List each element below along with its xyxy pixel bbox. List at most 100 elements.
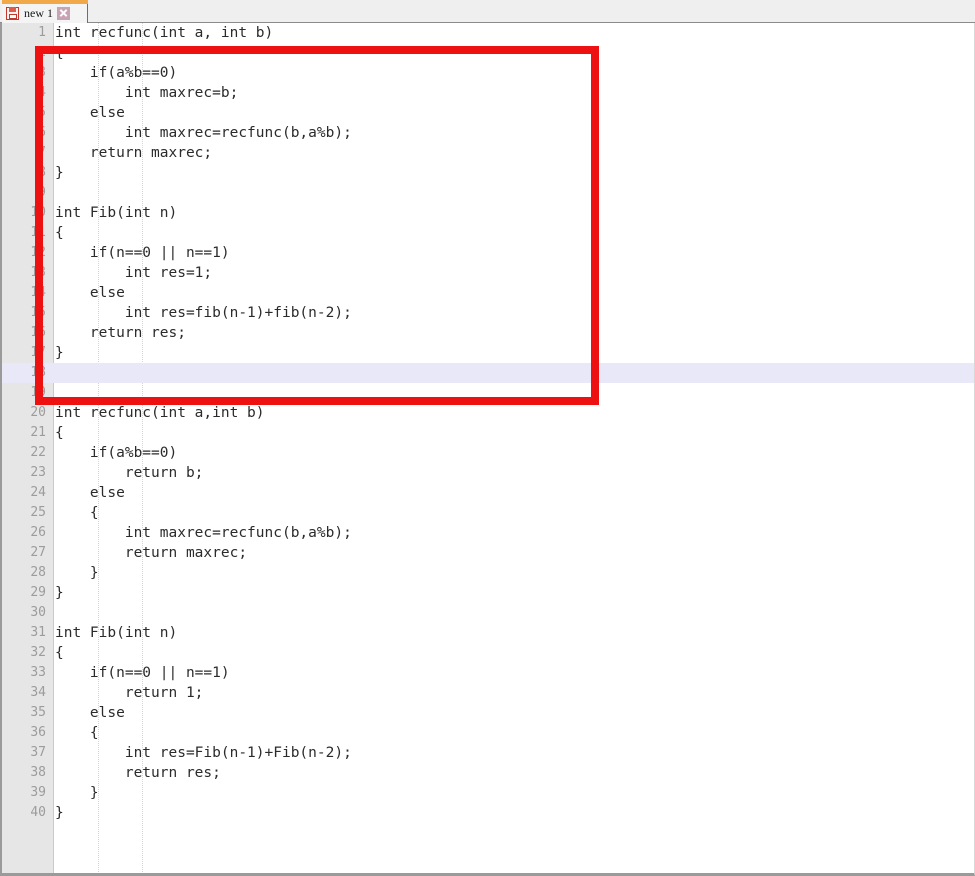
code-line-row[interactable]: 20 int recfunc(int a,int b)	[2, 403, 974, 423]
code-line-row[interactable]: 12 if(n==0 || n==1)	[2, 243, 974, 263]
code-line-row[interactable]: 8}	[2, 163, 974, 183]
code-line-row[interactable]: 29}	[2, 583, 974, 603]
code-line-text: {	[55, 45, 64, 61]
code-line-row[interactable]: 33 if(n==0 || n==1)	[2, 663, 974, 683]
line-number: 15	[30, 305, 46, 320]
line-number: 12	[30, 245, 46, 260]
code-line-row[interactable]: 2{	[2, 43, 974, 63]
code-line-row[interactable]: 21 {	[2, 423, 974, 443]
line-number: 6	[38, 125, 46, 140]
line-number: 11	[30, 225, 46, 240]
code-line-row[interactable]: 17}	[2, 343, 974, 363]
code-line-row[interactable]: 9	[2, 183, 974, 203]
line-number: 9	[38, 185, 46, 200]
code-line-text: }	[55, 565, 99, 581]
code-line-row[interactable]: 23 return b;	[2, 463, 974, 483]
code-line-text: }	[55, 785, 99, 801]
code-line-row[interactable]: 35 else	[2, 703, 974, 723]
code-line-text: {	[55, 645, 64, 661]
code-line-row[interactable]: 1 int recfunc(int a, int b)	[2, 23, 974, 43]
code-line-row[interactable]: 37 int res=Fib(n-1)+Fib(n-2);	[2, 743, 974, 763]
line-number: 16	[30, 325, 46, 340]
code-line-text: if(a%b==0)	[55, 65, 178, 81]
code-line-text: else	[55, 285, 125, 301]
code-line-text: else	[55, 705, 125, 721]
code-line-row[interactable]: 31 int Fib(int n)	[2, 623, 974, 643]
line-number: 14	[30, 285, 46, 300]
code-line-row[interactable]: 18	[2, 363, 974, 383]
line-number: 29	[30, 585, 46, 600]
code-line-row[interactable]: 6 int maxrec=recfunc(b,a%b);	[2, 123, 974, 143]
code-line-row[interactable]: 13 int res=1;	[2, 263, 974, 283]
line-number: 34	[30, 685, 46, 700]
save-floppy-icon	[6, 6, 19, 20]
code-line-row[interactable]: 39 }	[2, 783, 974, 803]
code-line-row[interactable]: 34 return 1;	[2, 683, 974, 703]
code-line-row[interactable]: 14 else	[2, 283, 974, 303]
code-line-text: int maxrec=b;	[55, 85, 239, 101]
code-line-text: }	[55, 345, 64, 361]
code-line-text: int maxrec=recfunc(b,a%b);	[55, 125, 352, 141]
code-line-row[interactable]: 28 }	[2, 563, 974, 583]
code-line-text: }	[55, 165, 64, 181]
line-number: 4	[38, 85, 46, 100]
code-line-text: int Fib(int n)	[55, 625, 178, 641]
line-number: 21	[30, 425, 46, 440]
code-line-text: return 1;	[55, 685, 204, 701]
code-line-row[interactable]: 3 if(a%b==0)	[2, 63, 974, 83]
code-line-row[interactable]: 22 if(a%b==0)	[2, 443, 974, 463]
line-number: 27	[30, 545, 46, 560]
code-editor[interactable]: 1 int recfunc(int a, int b) 2{3 if(a%b==0)…	[0, 23, 975, 876]
code-line-text: int res=Fib(n-1)+Fib(n-2);	[55, 745, 352, 761]
code-line-row[interactable]: 26 int maxrec=recfunc(b,a%b);	[2, 523, 974, 543]
code-line-row[interactable]: 10 int Fib(int n)	[2, 203, 974, 223]
code-line-text: return maxrec;	[55, 145, 213, 161]
code-line-row[interactable]: 16 return res;	[2, 323, 974, 343]
code-line-text: {	[55, 725, 99, 741]
code-line-row[interactable]: 32 {	[2, 643, 974, 663]
code-line-row[interactable]: 4 int maxrec=b;	[2, 83, 974, 103]
line-number: 23	[30, 465, 46, 480]
close-x-icon[interactable]	[57, 6, 70, 20]
line-number: 3	[38, 65, 46, 80]
code-line-row[interactable]: 7 return maxrec;	[2, 143, 974, 163]
code-line-text: if(n==0 || n==1)	[55, 245, 230, 261]
line-number: 20	[30, 405, 46, 420]
code-line-row[interactable]: 40}	[2, 803, 974, 823]
code-line-text: {	[55, 225, 64, 241]
code-line-text: }	[55, 585, 64, 601]
code-line-row[interactable]: 25 {	[2, 503, 974, 523]
tab-label: new 1	[24, 5, 53, 20]
line-number: 31	[30, 625, 46, 640]
code-line-text: int res=1;	[55, 265, 213, 281]
code-line-text: {	[55, 425, 64, 441]
code-line-row[interactable]: 27 return maxrec;	[2, 543, 974, 563]
tab-active-indicator	[2, 0, 88, 4]
line-number: 18	[30, 365, 46, 380]
line-number: 19	[30, 385, 46, 400]
line-number: 24	[30, 485, 46, 500]
code-line-row[interactable]: 15 int res=fib(n-1)+fib(n-2);	[2, 303, 974, 323]
line-number: 40	[30, 805, 46, 820]
line-number: 7	[38, 145, 46, 160]
code-line-row[interactable]: 36 {	[2, 723, 974, 743]
line-number: 36	[30, 725, 46, 740]
code-line-row[interactable]: 30	[2, 603, 974, 623]
tab-new-1[interactable]: new 1	[2, 0, 88, 23]
code-line-text: int recfunc(int a, int b)	[55, 25, 274, 41]
code-line-text: int recfunc(int a,int b)	[55, 405, 265, 421]
line-number: 1	[38, 25, 46, 40]
code-line-text: int maxrec=recfunc(b,a%b);	[55, 525, 352, 541]
code-line-row[interactable]: 5 else	[2, 103, 974, 123]
code-line-row[interactable]: 38 return res;	[2, 763, 974, 783]
line-number: 8	[38, 165, 46, 180]
code-line-row[interactable]: 11 {	[2, 223, 974, 243]
line-number: 37	[30, 745, 46, 760]
code-line-row[interactable]: 24 else	[2, 483, 974, 503]
code-line-row[interactable]: 19	[2, 383, 974, 403]
line-number: 26	[30, 525, 46, 540]
code-line-text: return res;	[55, 325, 186, 341]
line-number: 13	[30, 265, 46, 280]
code-line-text: else	[55, 485, 125, 501]
code-line-text: int res=fib(n-1)+fib(n-2);	[55, 305, 352, 321]
